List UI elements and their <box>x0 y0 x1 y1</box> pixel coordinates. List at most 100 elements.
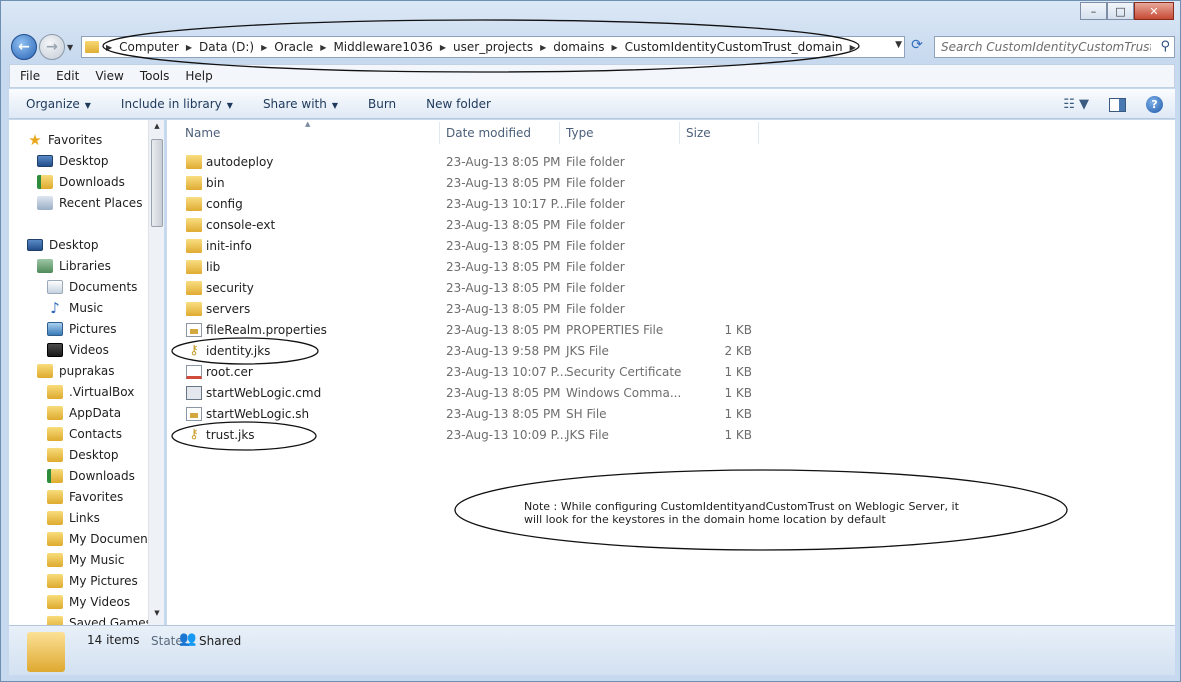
new-folder-button[interactable]: New folder <box>426 97 491 111</box>
nav-user[interactable]: puprakas <box>37 364 114 378</box>
refresh-icon[interactable]: ⟳ <box>907 37 927 57</box>
file-row-autodeploy[interactable]: autodeploy 23-Aug-13 8:05 PM File folder <box>181 152 761 173</box>
file-row-security[interactable]: security 23-Aug-13 8:05 PM File folder <box>181 278 761 299</box>
scroll-down-icon[interactable]: ▼ <box>149 609 165 623</box>
close-button[interactable]: ✕ <box>1134 2 1174 20</box>
column-divider[interactable] <box>758 122 759 144</box>
file-row-bin[interactable]: bin 23-Aug-13 8:05 PM File folder <box>181 173 761 194</box>
file-row-lib[interactable]: lib 23-Aug-13 8:05 PM File folder <box>181 257 761 278</box>
column-date-modified[interactable]: Date modified <box>446 126 531 140</box>
file-row-filerealm[interactable]: fileRealm.properties 23-Aug-13 8:05 PM P… <box>181 320 761 341</box>
file-row-startweblogic-sh[interactable]: startWebLogic.sh 23-Aug-13 8:05 PM SH Fi… <box>181 404 761 425</box>
breadcrumb-user-projects[interactable]: user_projects <box>453 40 533 54</box>
chevron-right-icon[interactable]: ▶ <box>540 43 546 52</box>
nav-desktop[interactable]: Desktop <box>37 154 109 168</box>
nav-my-music[interactable]: My Music <box>47 553 124 567</box>
pictures-icon <box>47 322 63 336</box>
breadcrumb-middleware[interactable]: Middleware1036 <box>333 40 432 54</box>
help-icon[interactable]: ? <box>1146 96 1163 113</box>
nav-libraries[interactable]: Libraries <box>37 259 111 273</box>
burn-button[interactable]: Burn <box>368 97 396 111</box>
change-view-icon[interactable]: ☷ ▼ <box>1063 97 1089 112</box>
chevron-right-icon[interactable]: ▶ <box>186 43 192 52</box>
file-row-init-info[interactable]: init-info 23-Aug-13 8:05 PM File folder <box>181 236 761 257</box>
address-dropdown-icon[interactable]: ▼ <box>895 40 902 50</box>
file-date: 23-Aug-13 8:05 PM <box>446 281 561 295</box>
file-row-identity-jks[interactable]: ⚷ identity.jks 23-Aug-13 9:58 PM JKS Fil… <box>181 341 761 362</box>
breadcrumb-data-drive[interactable]: Data (D:) <box>199 40 254 54</box>
file-row-config[interactable]: config 23-Aug-13 10:17 P... File folder <box>181 194 761 215</box>
item-count: 14 items <box>87 633 140 647</box>
column-divider[interactable] <box>439 122 440 144</box>
include-in-library-button[interactable]: Include in library ▼ <box>121 97 233 111</box>
command-bar: Organize ▼ Include in library ▼ Share with… <box>9 89 1175 119</box>
search-box[interactable]: Search CustomIdentityCustomTrust_d... ⚲ <box>934 36 1175 58</box>
file-row-root-cer[interactable]: root.cer 23-Aug-13 10:07 P... Security C… <box>181 362 761 383</box>
nav-user-favorites[interactable]: Favorites <box>47 490 123 504</box>
file-row-startweblogic-cmd[interactable]: startWebLogic.cmd 23-Aug-13 8:05 PM Wind… <box>181 383 761 404</box>
address-bar[interactable]: ▶ Computer ▶ Data (D:) ▶ Oracle ▶ Middle… <box>81 36 905 58</box>
organize-button[interactable]: Organize ▼ <box>26 97 91 111</box>
menu-tools[interactable]: Tools <box>140 69 170 83</box>
nav-user-desktop[interactable]: Desktop <box>47 448 119 462</box>
breadcrumb-domains[interactable]: domains <box>553 40 604 54</box>
share-with-button[interactable]: Share with ▼ <box>263 97 338 111</box>
nav-saved-games[interactable]: Saved Games <box>47 616 152 625</box>
search-input[interactable]: Search CustomIdentityCustomTrust_d... <box>941 40 1151 54</box>
nav-my-pictures[interactable]: My Pictures <box>47 574 138 588</box>
breadcrumb-domain[interactable]: CustomIdentityCustomTrust_domain <box>625 40 843 54</box>
nav-videos[interactable]: Videos <box>47 343 109 357</box>
breadcrumb-oracle[interactable]: Oracle <box>274 40 313 54</box>
chevron-right-icon[interactable]: ▶ <box>320 43 326 52</box>
file-row-servers[interactable]: servers 23-Aug-13 8:05 PM File folder <box>181 299 761 320</box>
scroll-thumb[interactable] <box>151 139 163 227</box>
file-date: 23-Aug-13 8:05 PM <box>446 239 561 253</box>
desktop-icon <box>27 239 43 251</box>
nav-recent-places[interactable]: Recent Places <box>37 196 142 210</box>
nav-favorites[interactable]: ★ Favorites <box>27 133 102 148</box>
nav-links[interactable]: Links <box>47 511 100 525</box>
column-divider[interactable] <box>679 122 680 144</box>
chevron-right-icon[interactable]: ▶ <box>261 43 267 52</box>
menu-edit[interactable]: Edit <box>56 69 79 83</box>
column-size[interactable]: Size <box>686 126 711 140</box>
nav-appdata[interactable]: AppData <box>47 406 121 420</box>
nav-my-documents[interactable]: My Documents <box>47 532 159 546</box>
nav-scrollbar[interactable]: ▲ ▼ <box>148 120 164 625</box>
column-divider[interactable] <box>559 122 560 144</box>
file-row-trust-jks[interactable]: ⚷ trust.jks 23-Aug-13 10:09 P... JKS Fil… <box>181 425 761 446</box>
column-type[interactable]: Type <box>566 126 594 140</box>
maximize-button[interactable]: □ <box>1107 2 1134 20</box>
search-icon[interactable]: ⚲ <box>1160 39 1170 54</box>
nav-virtualbox[interactable]: .VirtualBox <box>47 385 134 399</box>
nav-label: Downloads <box>69 469 135 483</box>
menu-file[interactable]: File <box>20 69 40 83</box>
view-controls: ☷ ▼ ? <box>1063 96 1163 113</box>
links-icon <box>47 511 63 525</box>
nav-documents[interactable]: Documents <box>47 280 137 294</box>
nav-contacts[interactable]: Contacts <box>47 427 122 441</box>
nav-desktop-root[interactable]: Desktop <box>27 238 99 252</box>
column-name[interactable]: Name <box>185 126 220 140</box>
file-name: console-ext <box>206 218 276 232</box>
breadcrumb-computer[interactable]: Computer <box>119 40 179 54</box>
nav-user-downloads[interactable]: Downloads <box>47 469 135 483</box>
preview-pane-icon[interactable] <box>1109 97 1126 112</box>
chevron-right-icon[interactable]: ▶ <box>850 43 856 52</box>
nav-pictures[interactable]: Pictures <box>47 322 117 336</box>
scroll-up-icon[interactable]: ▲ <box>149 122 165 136</box>
file-type: File folder <box>566 176 625 190</box>
nav-my-videos[interactable]: My Videos <box>47 595 130 609</box>
chevron-right-icon[interactable]: ▶ <box>106 43 112 52</box>
back-button[interactable]: ← <box>11 34 37 60</box>
minimize-button[interactable]: – <box>1080 2 1107 20</box>
chevron-right-icon[interactable]: ▶ <box>611 43 617 52</box>
recent-pages-dropdown[interactable]: ▼ <box>67 43 73 52</box>
nav-music[interactable]: ♪ Music <box>47 301 103 316</box>
chevron-right-icon[interactable]: ▶ <box>440 43 446 52</box>
menu-help[interactable]: Help <box>185 69 212 83</box>
nav-downloads[interactable]: Downloads <box>37 175 125 189</box>
menu-view[interactable]: View <box>95 69 123 83</box>
file-row-console-ext[interactable]: console-ext 23-Aug-13 8:05 PM File folde… <box>181 215 761 236</box>
forward-button[interactable]: → <box>39 34 65 60</box>
